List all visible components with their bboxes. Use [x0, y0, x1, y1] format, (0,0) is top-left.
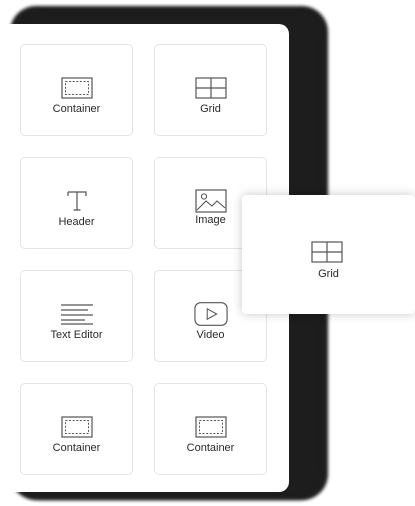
widget-panel-stage: Container Grid Header Image Text Editor …	[0, 0, 415, 506]
widget-label: Container	[52, 103, 101, 115]
container-icon	[194, 414, 228, 440]
header-icon	[60, 188, 94, 214]
widget-card-container[interactable]: Container	[20, 44, 133, 136]
widget-label: Container	[186, 442, 235, 454]
widget-label: Grid	[200, 103, 221, 115]
text-editor-icon	[60, 301, 94, 327]
widget-label: Video	[196, 329, 225, 341]
container-icon	[60, 414, 94, 440]
widget-label: Text Editor	[50, 329, 103, 341]
widget-label: Container	[52, 442, 101, 454]
widget-label: Header	[58, 216, 95, 228]
container-icon	[60, 75, 94, 101]
grid-icon	[310, 239, 344, 265]
widget-card-text-editor[interactable]: Text Editor	[20, 270, 133, 362]
dragged-widget-grid[interactable]: Grid	[242, 195, 415, 314]
widget-card-grid[interactable]: Grid	[154, 44, 267, 136]
video-icon	[193, 301, 228, 327]
image-icon	[194, 188, 228, 214]
grid-icon	[194, 75, 228, 101]
widget-card-container[interactable]: Container	[154, 383, 267, 475]
widget-card-container[interactable]: Container	[20, 383, 133, 475]
widget-card-header[interactable]: Header	[20, 157, 133, 249]
dragged-widget-label: Grid	[318, 268, 339, 280]
